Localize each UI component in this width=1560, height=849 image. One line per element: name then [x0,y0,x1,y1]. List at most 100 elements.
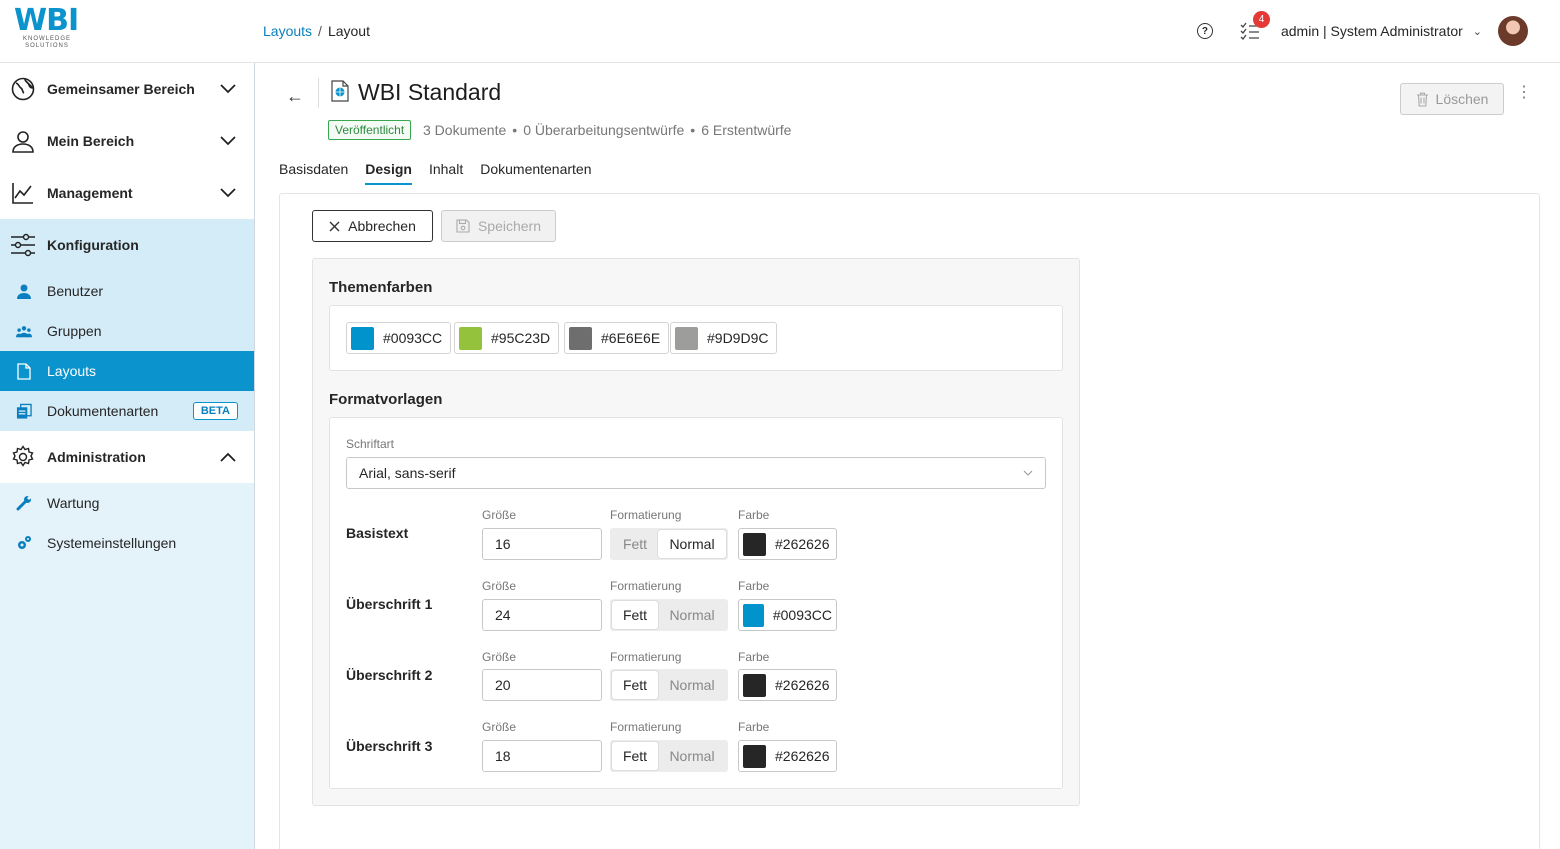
theme-color-chip[interactable]: #6E6E6E [564,322,670,354]
color-picker[interactable]: #262626 [738,528,837,560]
gear-icon [10,444,36,470]
format-templates-title: Formatvorlagen [329,391,443,408]
header-actions: ? 4 admin | System Administrator ⌄ [1196,11,1528,48]
sidebar-group-gemeinsamer-bereich[interactable]: Gemeinsamer Bereich [0,63,254,115]
delete-label: Löschen [1435,91,1489,107]
format-label: Formatierung [610,720,682,734]
color-swatch [459,326,482,350]
sidebar-item-label: Systemeinstellungen [47,535,177,551]
meta-dot: • [690,122,696,138]
sidebar-group-label: Konfiguration [47,237,139,253]
tab-dokumentenarten[interactable]: Dokumentenarten [480,161,591,185]
sidebar-item-dokumentenarten[interactable]: Dokumentenarten BETA [0,391,254,431]
theme-color-chip[interactable]: #95C23D [454,322,560,354]
size-label: Größe [482,650,517,664]
bold-option[interactable]: Fett [612,671,658,699]
sidebar-group-label: Mein Bereich [47,133,135,149]
sidebar-group-label: Administration [47,449,146,465]
sidebar-item-gruppen[interactable]: Gruppen [0,311,254,351]
group-icon [16,323,32,339]
globe-icon [10,76,36,102]
size-input[interactable]: 24 [482,599,602,631]
trash-icon [1416,92,1428,107]
cancel-button[interactable]: Abbrechen [312,210,433,242]
normal-option[interactable]: Normal [658,742,726,770]
tab-design[interactable]: Design [365,161,412,185]
breadcrumb-current: Layout [327,23,370,39]
wbi-logo[interactable]: WBI KNOWLEDGE SOLUTIONS [14,6,84,56]
meta-dot: • [512,122,518,138]
bold-option[interactable]: Fett [612,601,658,629]
sidebar-item-label: Layouts [47,363,97,379]
color-picker[interactable]: #262626 [738,669,837,701]
font-label: Schriftart [346,437,395,451]
color-swatch [743,744,766,768]
sidebar-group-management[interactable]: Management [0,167,254,219]
sidebar-group-administration[interactable]: Administration [0,431,254,483]
bold-option[interactable]: Fett [612,742,658,770]
tasks-button[interactable]: 4 [1239,11,1270,41]
chevron-down-icon [220,188,236,198]
font-select[interactable]: Arial, sans-serif [346,457,1046,489]
color-picker[interactable]: #0093CC [738,599,837,631]
sidebar-item-systemeinstellungen[interactable]: Systemeinstellungen [0,523,254,563]
sidebar-group-mein-bereich[interactable]: Mein Bereich [0,115,254,167]
user-menu-label[interactable]: admin | System Administrator [1281,23,1463,39]
color-hex: #0093CC [383,330,443,346]
sidebar-group-konfiguration[interactable]: Konfiguration [0,219,254,271]
format-label: Formatierung [610,508,682,522]
tab-bar: Basisdaten Design Inhalt Dokumentenarten [279,161,609,185]
cancel-label: Abbrechen [348,218,416,234]
theme-color-chip[interactable]: #9D9D9C [670,322,778,354]
normal-option[interactable]: Normal [658,601,726,629]
tab-basisdaten[interactable]: Basisdaten [279,161,348,185]
sidebar: Gemeinsamer Bereich Mein Bereich Managem… [0,63,255,849]
color-swatch [743,673,766,697]
meta-revisions: 0 Überarbeitungsentwürfe [523,122,685,138]
sidebar-item-label: Wartung [47,495,100,511]
size-input[interactable]: 18 [482,740,602,772]
color-swatch [569,326,592,350]
chevron-down-icon [220,84,236,94]
tab-inhalt[interactable]: Inhalt [429,161,463,185]
color-label: Farbe [738,579,770,593]
theme-colors-title: Themenfarben [329,279,433,296]
theme-color-chip[interactable]: #0093CC [346,322,452,354]
size-label: Größe [482,579,517,593]
size-input[interactable]: 16 [482,528,602,560]
normal-option[interactable]: Normal [658,530,726,558]
weight-toggle: Fett Normal [610,669,728,701]
sidebar-item-label: Gruppen [47,323,102,339]
help-icon[interactable]: ? [1196,23,1213,39]
back-arrow-icon[interactable]: ← [286,86,304,107]
avatar[interactable] [1498,16,1528,46]
weight-toggle: Fett Normal [610,528,728,560]
sidebar-item-wartung[interactable]: Wartung [0,483,254,523]
breadcrumb-layouts-link[interactable]: Layouts [263,23,312,39]
color-hex: #262626 [775,677,830,693]
chevron-down-icon[interactable]: ⌄ [1473,25,1482,38]
user-small-icon [16,283,32,299]
beta-badge: BETA [192,402,238,420]
color-picker[interactable]: #262626 [738,740,837,772]
bold-option[interactable]: Fett [612,530,658,558]
logo-subtext-1: KNOWLEDGE [22,36,71,42]
sidebar-item-label: Benutzer [47,283,104,299]
color-label: Farbe [738,650,770,664]
wrench-icon [16,495,32,511]
color-hex: #262626 [775,748,830,764]
weight-toggle: Fett Normal [610,599,728,631]
more-options-icon[interactable]: ⋮ [1516,85,1532,101]
color-hex: #6E6E6E [601,330,661,346]
color-hex: #262626 [775,536,830,552]
save-button[interactable]: Speichern [441,210,556,242]
sliders-icon [10,232,36,258]
format-label: Formatierung [610,579,682,593]
normal-option[interactable]: Normal [658,671,726,699]
meta-drafts: 6 Erstentwürfe [701,122,792,138]
sidebar-item-layouts[interactable]: Layouts [0,351,254,391]
sidebar-group-label: Gemeinsamer Bereich [47,81,195,97]
size-input[interactable]: 20 [482,669,602,701]
delete-button[interactable]: Löschen [1400,83,1504,115]
sidebar-item-benutzer[interactable]: Benutzer [0,271,254,311]
